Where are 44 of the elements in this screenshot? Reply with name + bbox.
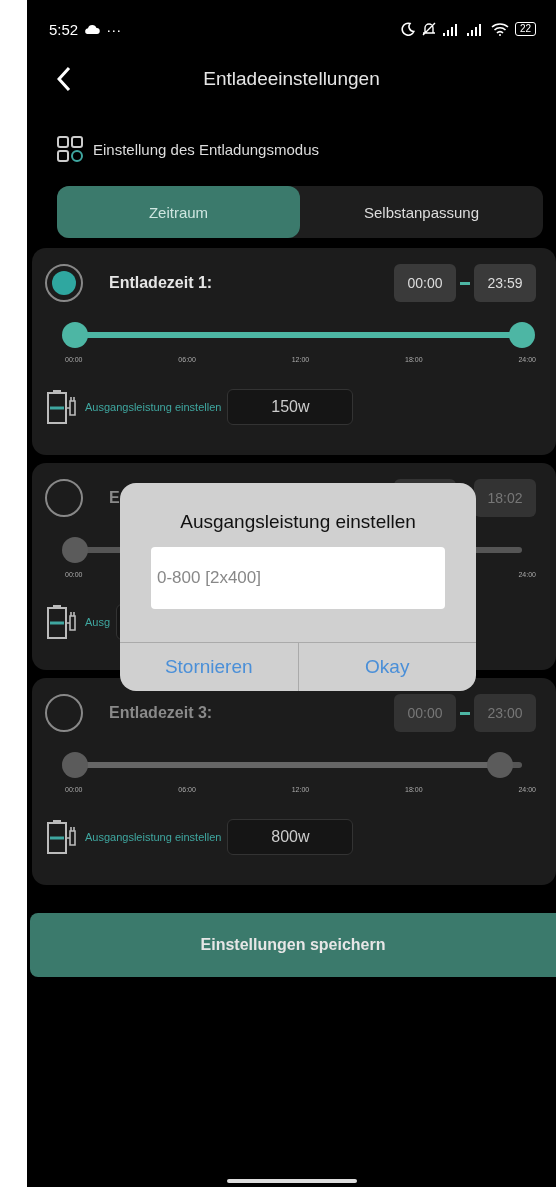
power-input[interactable]: 0-800 [2x400] [151,547,445,609]
battery-plug-icon [45,604,79,640]
slider-thumb[interactable] [486,752,513,778]
mode-tab[interactable]: Zeitraum [57,186,300,238]
power-label: Ausgangsleistung einstellen [85,831,222,843]
status-time: 5:52 [49,20,79,38]
cloud-icon [84,24,101,34]
muted-bell-icon [420,21,437,37]
save-button[interactable]: Einstellungen speichern [30,913,556,977]
start-time-field[interactable]: 00:00 [394,694,456,732]
power-label: Ausg [85,616,111,628]
period-label: Entladezeit 3: [109,704,213,722]
radio-button[interactable] [45,264,83,302]
dialog-title: Ausgangsleistung einstellen [180,511,416,533]
back-icon[interactable] [57,66,71,92]
slider-thumb[interactable] [62,322,88,348]
power-field[interactable]: 150w [227,389,354,425]
range-dash [460,711,470,715]
period-label: E [109,489,120,507]
dialog-button[interactable]: Stornieren [120,643,298,691]
mode-tab[interactable]: Selbstanpassung [300,186,543,238]
start-time-field[interactable]: 00:00 [394,264,456,302]
period-label: Entladezeit 1: [109,274,213,292]
end-time-field[interactable]: 23:00 [474,694,536,732]
page-title: Entladeeinstellungen [203,68,380,90]
slider-thumb[interactable] [62,537,88,563]
more-notifications: ··· [106,20,122,38]
power-field[interactable]: 800w [227,819,354,855]
moon-icon [400,22,415,36]
battery-level: 22 [514,22,536,36]
grid-icon [57,136,83,162]
power-label: Ausgangsleistung einstellen [85,401,222,413]
slider-thumb[interactable] [62,752,88,778]
wifi-icon [490,22,509,36]
range-dash [460,281,470,285]
time-range-slider[interactable] [62,322,535,348]
battery-plug-icon [45,819,79,855]
end-time-field[interactable]: 18:02 [474,479,536,517]
mode-label: Einstellung des Entladungsmodus [93,140,319,158]
battery-plug-icon [45,389,79,425]
end-time-field[interactable]: 23:59 [474,264,536,302]
slider-thumb[interactable] [509,322,535,348]
radio-button[interactable] [45,694,83,732]
radio-button[interactable] [45,479,83,517]
